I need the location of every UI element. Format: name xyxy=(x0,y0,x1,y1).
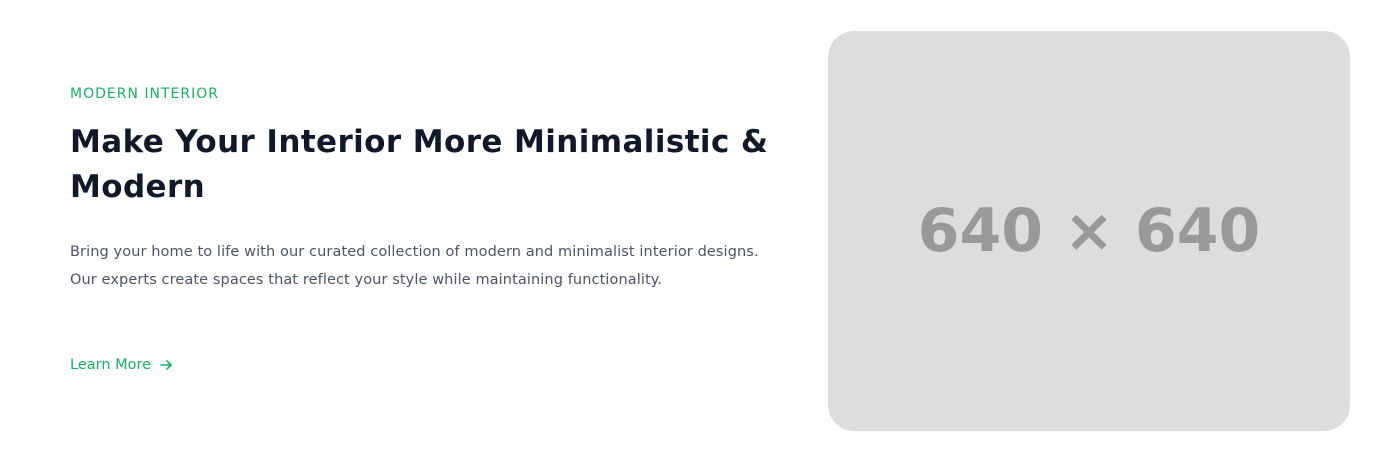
placeholder-dimensions-text: 640 × 640 xyxy=(917,196,1261,266)
arrow-right-icon xyxy=(159,358,173,372)
learn-more-label: Learn More xyxy=(70,357,152,373)
eyebrow-label: MODERN INTERIOR xyxy=(70,86,219,102)
hero-text-column: MODERN INTERIOR Make Your Interior More … xyxy=(70,84,770,294)
hero-title: Make Your Interior More Minimalistic & M… xyxy=(70,124,769,205)
hero-image-placeholder: 640 × 640 xyxy=(828,31,1350,431)
hero-section: MODERN INTERIOR Make Your Interior More … xyxy=(0,0,1385,474)
hero-description: Bring your home to life with our curated… xyxy=(70,244,759,288)
learn-more-link[interactable]: Learn More xyxy=(70,354,173,376)
